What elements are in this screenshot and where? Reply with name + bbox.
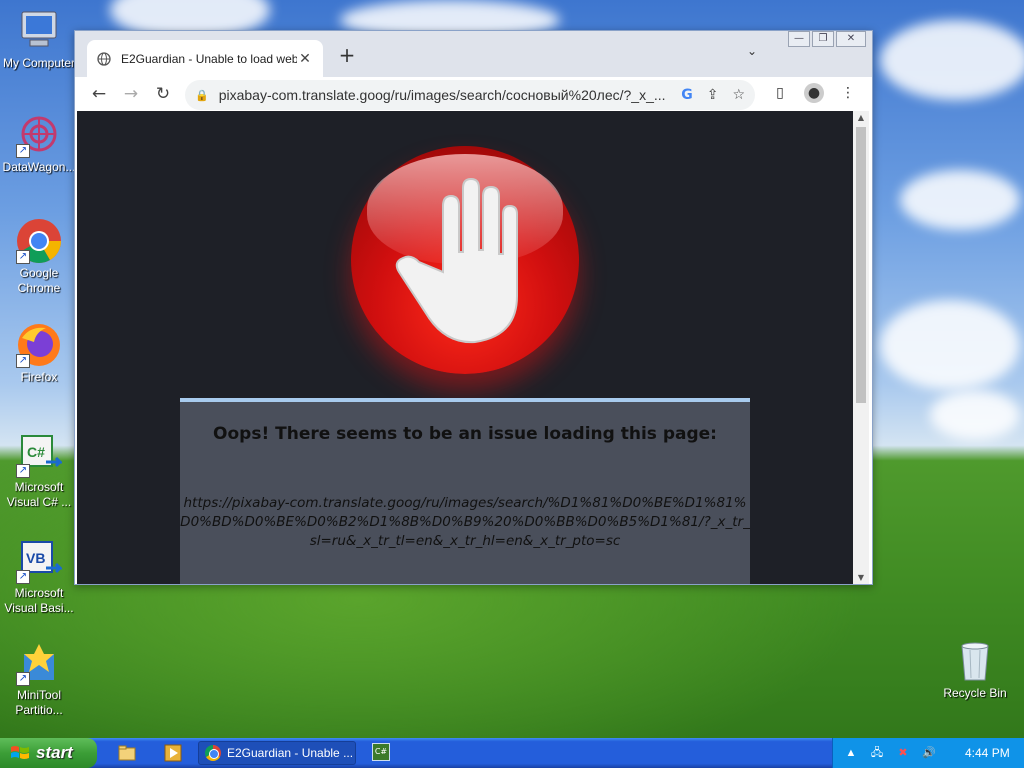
minitool-icon: ↗ <box>16 640 62 686</box>
blocked-url: https://pixabay-com.translate.goog/ru/im… <box>180 495 750 549</box>
google-translate-icon[interactable]: G <box>681 87 693 103</box>
stop-hand-icon <box>351 146 579 374</box>
desktop-icon-recycle-bin[interactable]: Recycle Bin <box>936 638 1014 701</box>
address-bar-url[interactable]: pixabay-com.translate.goog/ru/images/sea… <box>219 87 674 103</box>
taskbar-item-chrome[interactable]: E2Guardian - Unable ... <box>198 741 356 765</box>
tray-expand-icon[interactable]: ▲ <box>843 745 859 761</box>
shortcut-arrow-icon: ↗ <box>16 250 30 264</box>
firefox-icon: ↗ <box>16 322 62 368</box>
shortcut-arrow-icon: ↗ <box>16 354 30 368</box>
desktop-icon-label: Firefox <box>20 370 58 384</box>
desktop-icon-datawagon[interactable]: ↗ DataWagon... <box>0 112 78 175</box>
desktop-icon-label: Microsoft Visual C# ... <box>6 480 72 509</box>
address-bar[interactable]: 🔒 pixabay-com.translate.goog/ru/images/s… <box>185 80 755 110</box>
start-button[interactable]: start <box>0 738 97 768</box>
network-icon[interactable]: 🖧 <box>869 745 885 761</box>
lock-icon[interactable]: 🔒 <box>195 89 209 102</box>
security-alert-icon[interactable]: ✖ <box>895 745 911 761</box>
scroll-up-arrow-icon[interactable]: ▲ <box>853 113 869 122</box>
visual-csharp-icon: C# ↗ <box>16 432 64 478</box>
error-heading: Oops! There seems to be an issue loading… <box>213 424 717 444</box>
system-tray: ▲ 🖧 ✖ 🔊 4:44 PM <box>832 738 1024 768</box>
chrome-icon: ↗ <box>16 218 62 264</box>
globe-icon <box>97 51 111 66</box>
desktop-icon-label: DataWagon... <box>2 160 76 174</box>
shortcut-arrow-icon: ↗ <box>16 464 30 478</box>
reload-icon[interactable]: ↻ <box>151 82 175 106</box>
start-label: start <box>36 743 73 762</box>
minimize-button[interactable]: — <box>788 31 810 47</box>
share-icon[interactable]: ⇪ <box>707 87 719 103</box>
desktop-icon-my-computer[interactable]: My Computer <box>0 8 78 71</box>
svg-text:VB: VB <box>26 550 45 566</box>
clock[interactable]: 4:44 PM <box>965 746 1010 760</box>
desktop-icon-label: My Computer <box>2 56 76 70</box>
new-tab-button[interactable]: + <box>337 43 357 67</box>
desktop-icon-visual-basic[interactable]: VB ↗ Microsoft Visual Basi... <box>0 538 78 616</box>
desktop-icon-label: Google Chrome <box>17 266 61 295</box>
shortcut-arrow-icon: ↗ <box>16 672 30 686</box>
media-player-quicklaunch-icon[interactable] <box>164 744 182 762</box>
browser-window[interactable]: — ❐ ✕ E2Guardian - Unable to load web ✕ … <box>74 30 873 585</box>
browser-toolbar: ← → ↻ 🔒 pixabay-com.translate.goog/ru/im… <box>75 77 872 111</box>
recycle-bin-icon <box>952 638 998 684</box>
scrollbar-thumb[interactable] <box>856 127 866 403</box>
volume-icon[interactable]: 🔊 <box>921 745 937 761</box>
profile-avatar-icon[interactable]: ● <box>804 83 824 103</box>
shortcut-arrow-icon: ↗ <box>16 570 30 584</box>
tab-title: E2Guardian - Unable to load web <box>121 51 297 66</box>
desktop-icon-google-chrome[interactable]: ↗ Google Chrome <box>0 218 78 296</box>
desktop-icon-firefox[interactable]: ↗ Firefox <box>0 322 78 385</box>
windows-flag-icon <box>11 746 29 759</box>
error-message-box: Oops! There seems to be an issue loading… <box>180 398 750 584</box>
taskbar: start E2Guardian - Unable ... C# ▲ 🖧 ✖ 🔊… <box>0 738 1024 768</box>
tab-search-chevron-icon[interactable]: ⌄ <box>747 44 757 58</box>
visual-basic-icon: VB ↗ <box>16 538 64 584</box>
tab-e2guardian[interactable]: E2Guardian - Unable to load web ✕ <box>87 40 323 77</box>
restore-button[interactable]: ❐ <box>812 31 834 47</box>
desktop-icon-minitool[interactable]: ↗ MiniTool Partitio... <box>0 640 78 718</box>
desktop-icon-label: MiniTool Partitio... <box>15 688 63 717</box>
back-arrow-icon[interactable]: ← <box>87 82 111 106</box>
desktop-icon-label: Microsoft Visual Basi... <box>4 586 74 615</box>
close-window-button[interactable]: ✕ <box>836 31 866 47</box>
computer-icon <box>16 8 62 54</box>
csharp-taskbar-icon[interactable]: C# <box>372 743 390 761</box>
taskbar-item-label: E2Guardian - Unable ... <box>227 746 354 760</box>
desktop-icon-label: Recycle Bin <box>943 686 1007 700</box>
vertical-scrollbar[interactable]: ▲ ▼ <box>853 111 869 584</box>
datawagon-icon: ↗ <box>16 112 62 158</box>
side-panel-icon[interactable]: ▯ <box>770 83 790 103</box>
bookmark-star-icon[interactable]: ☆ <box>732 87 745 103</box>
tab-strip: — ❐ ✕ E2Guardian - Unable to load web ✕ … <box>75 31 872 77</box>
page-viewport: Oops! There seems to be an issue loading… <box>77 111 853 584</box>
tab-close-icon[interactable]: ✕ <box>297 51 313 67</box>
scroll-down-arrow-icon[interactable]: ▼ <box>853 573 869 582</box>
explorer-quicklaunch-icon[interactable] <box>118 744 136 762</box>
svg-text:C#: C# <box>27 444 45 460</box>
kebab-menu-icon[interactable]: ⋮ <box>838 83 858 103</box>
desktop-icon-visual-csharp[interactable]: C# ↗ Microsoft Visual C# ... <box>0 432 78 510</box>
forward-arrow-icon[interactable]: → <box>119 82 143 106</box>
chrome-icon <box>205 745 221 761</box>
shortcut-arrow-icon: ↗ <box>16 144 30 158</box>
window-controls: — ❐ ✕ <box>788 31 866 47</box>
